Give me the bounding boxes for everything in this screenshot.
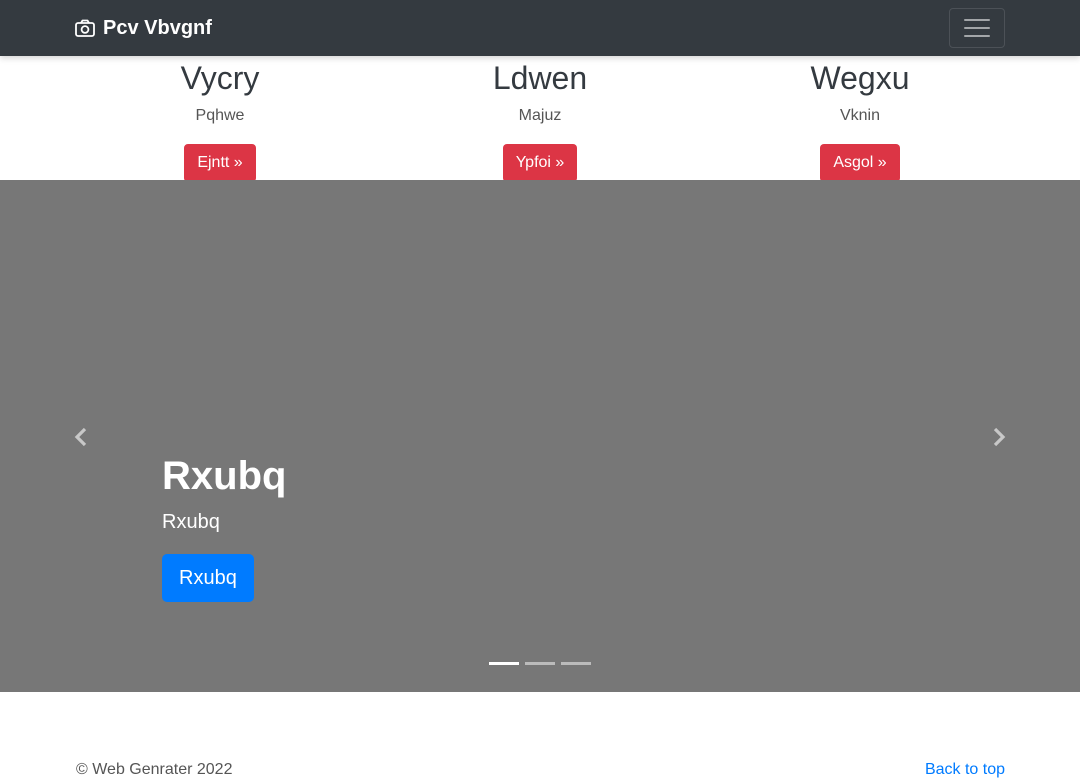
carousel-heading: Rxubq bbox=[162, 454, 287, 498]
carousel-indicator[interactable] bbox=[489, 662, 519, 665]
feature-title: Ldwen bbox=[492, 60, 588, 96]
carousel-caption: Rxubq Rxubq Rxubq bbox=[162, 452, 286, 602]
feature-text: Pqhwe bbox=[195, 107, 245, 124]
feature-column: Vycry Pqhwe Ejntt » bbox=[60, 56, 380, 180]
carousel-next-button[interactable] bbox=[986, 425, 1010, 449]
carousel-indicator[interactable] bbox=[561, 662, 591, 665]
copyright-text: © Web Genrater 2022 bbox=[76, 761, 233, 778]
carousel-indicators bbox=[489, 662, 591, 665]
feature-text: Majuz bbox=[518, 107, 562, 124]
features-section: Vycry Pqhwe Ejntt » Ldwen Majuz Ypfoi » … bbox=[0, 56, 1080, 180]
camera-icon bbox=[75, 19, 95, 37]
brand-name: Pcv Vbvgnf bbox=[103, 17, 212, 39]
feature-title: Vycry bbox=[180, 60, 260, 96]
navbar: Pcv Vbvgnf bbox=[0, 0, 1080, 56]
feature-title: Wegxu bbox=[810, 60, 910, 96]
feature-button[interactable]: Ypfoi » bbox=[502, 144, 578, 180]
chevron-left-icon bbox=[74, 427, 87, 447]
hamburger-menu-icon bbox=[964, 19, 990, 21]
feature-text: Vknin bbox=[839, 107, 881, 124]
feature-column: Ldwen Majuz Ypfoi » bbox=[380, 56, 700, 180]
feature-button[interactable]: Ejntt » bbox=[184, 144, 256, 180]
carousel-prev-button[interactable] bbox=[70, 425, 94, 449]
carousel-indicator[interactable] bbox=[525, 662, 555, 665]
feature-column: Wegxu Vknin Asgol » bbox=[700, 56, 1020, 180]
back-to-top-link[interactable]: Back to top bbox=[925, 760, 1005, 780]
carousel: Rxubq Rxubq Rxubq bbox=[0, 180, 1080, 692]
navbar-brand[interactable]: Pcv Vbvgnf bbox=[75, 16, 212, 40]
carousel-cta-button[interactable]: Rxubq bbox=[162, 554, 254, 602]
navbar-toggler-button[interactable] bbox=[949, 8, 1005, 48]
footer: © Web Genrater 2022 Back to top bbox=[0, 692, 1080, 780]
feature-button[interactable]: Asgol » bbox=[820, 144, 900, 180]
carousel-text: Rxubq bbox=[162, 511, 220, 533]
chevron-right-icon bbox=[993, 427, 1006, 447]
